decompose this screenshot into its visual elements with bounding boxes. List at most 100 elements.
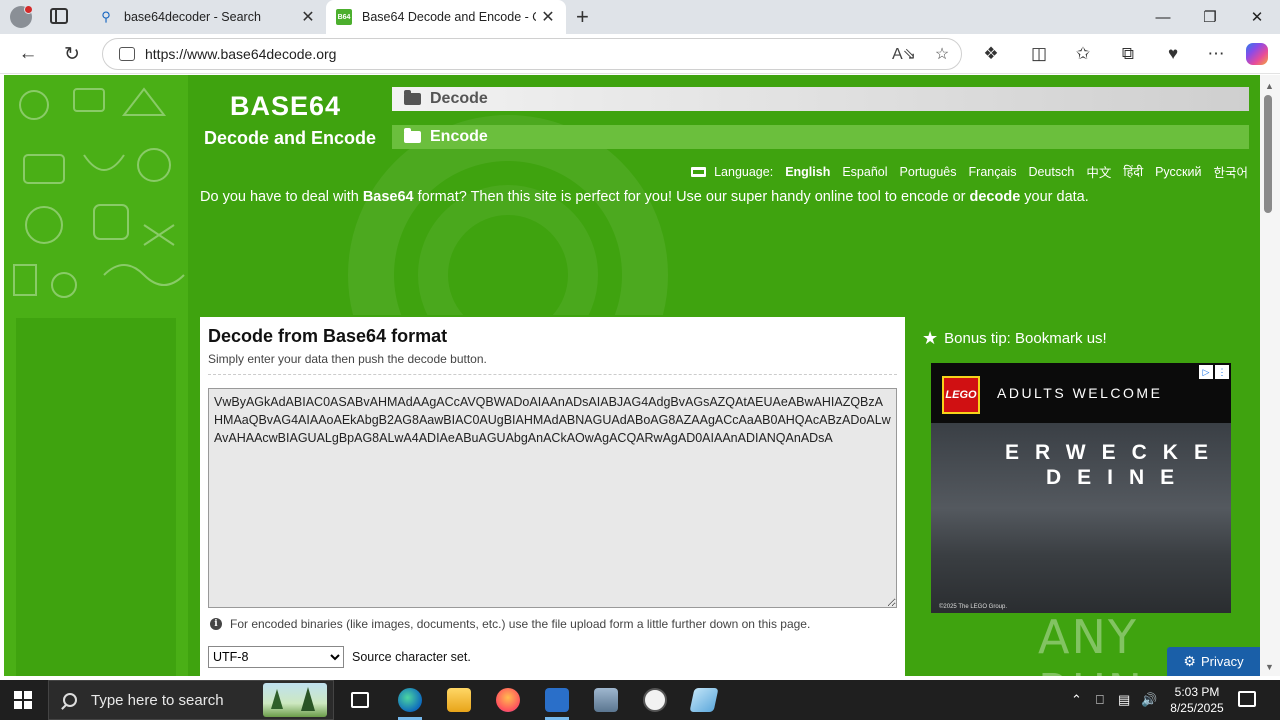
language-label: Language: [714,164,774,179]
windows-start-icon[interactable] [14,691,32,709]
favorites-icon[interactable]: ✩ [1069,40,1097,68]
lego-logo: LEGO [942,376,980,414]
taskbar-search-placeholder: Type here to search [91,691,224,709]
intro-bold: decode [969,189,1021,205]
profile-avatar-icon[interactable] [10,5,33,28]
language-spanish[interactable]: Español [842,165,887,179]
tab-title: Base64 Decode and Encode - Onl [362,10,536,24]
menu-encode-label: Encode [430,128,488,145]
tab-actions-icon[interactable] [50,8,68,24]
binary-note: i For encoded binaries (like images, doc… [210,617,810,631]
tray-chevron-icon[interactable]: ⌃ [1071,680,1082,720]
charset-select[interactable]: UTF-8 [208,646,344,668]
browser-essentials-icon[interactable]: ♥ [1159,40,1187,68]
page-scrollbar[interactable]: ▲ ▼ [1260,75,1280,676]
language-german[interactable]: Deutsch [1028,165,1074,179]
system-clock[interactable]: 5:03 PM 8/25/2025 [1164,684,1230,716]
favorite-star-icon[interactable]: ☆ [923,44,961,64]
language-hindi[interactable]: हिंदी [1123,163,1143,180]
tab-title: base64decoder - Search [124,10,261,24]
clock-date: 8/25/2025 [1170,701,1224,715]
split-screen-icon[interactable]: ◫ [1025,40,1053,68]
scroll-up-icon[interactable]: ▲ [1265,81,1274,91]
search-highlight-image [263,683,327,717]
volume-icon[interactable]: 🔊 [1141,680,1157,720]
charset-label: Source character set. [352,650,471,664]
firefox-icon[interactable] [484,680,532,720]
base64-input[interactable]: VwByAGkAdABIAC0ASABvAHMAdAAgACcAVQBWADoA… [208,388,897,608]
sidebar-block [16,318,176,676]
file-explorer-icon[interactable] [435,680,483,720]
language-portuguese[interactable]: Português [900,165,957,179]
menu-encode[interactable]: Encode [392,125,1249,149]
collections-icon[interactable]: ⧉ [1114,40,1142,68]
language-flag-icon [691,166,707,177]
close-window-button[interactable]: ✕ [1234,0,1280,34]
info-icon: i [210,618,222,630]
language-french[interactable]: Français [969,165,1017,179]
language-chinese[interactable]: 中文 [1086,162,1111,181]
tab-base64[interactable]: B64 Base64 Decode and Encode - Onl ✕ [326,0,566,34]
device-icon[interactable]: ⎕ [1096,680,1104,720]
adchoices-icon[interactable]: ▷ [1199,365,1213,379]
minimize-button[interactable]: — [1140,0,1186,34]
language-russian[interactable]: Русский [1155,165,1201,179]
privacy-button[interactable]: ⚙ Privacy [1167,647,1260,676]
tab-bar: ⚲ base64decoder - Search ✕ B64 Base64 De… [0,0,1280,34]
doodle-pattern-icon [13,87,185,298]
intro-part: format? Then this site is perfect for yo… [413,189,970,205]
back-arrow-icon[interactable]: ← [14,40,42,68]
search-icon: ⚲ [101,9,111,24]
taskbar-search[interactable]: Type here to search [48,680,334,720]
ad-headline-2: DEINE [1046,466,1191,489]
search-icon [63,693,77,707]
language-english[interactable]: English [785,165,830,179]
clock-app-icon[interactable] [631,680,679,720]
intro-part: Do you have to deal with [200,189,363,205]
divider [208,374,897,375]
close-tab-icon[interactable]: ✕ [296,7,320,27]
ad-menu-icon[interactable]: ⋮ [1215,365,1229,379]
scroll-thumb[interactable] [1264,95,1272,213]
site-logo-subtitle[interactable]: Decode and Encode [204,128,376,149]
site-logo-title[interactable]: BASE64 [230,91,341,122]
close-tab-icon[interactable]: ✕ [536,7,560,27]
gear-icon: ⚙ [1183,653,1196,669]
menu-decode[interactable]: Decode [392,87,1249,111]
intro-bold: Base64 [362,189,414,205]
extensions-icon[interactable]: ❖ [977,40,1005,68]
ad-choices[interactable]: ▷ ⋮ [1197,365,1229,379]
address-bar-row: ← ↻ https://www.base64decode.org A⇘ ☆ ❖ … [0,34,1280,74]
address-field[interactable]: https://www.base64decode.org A⇘ ☆ [102,38,962,70]
resource-monitor-icon[interactable] [582,680,630,720]
edge-taskbar-icon[interactable] [386,680,434,720]
powershell-icon[interactable] [533,680,581,720]
network-icon[interactable]: ▤ [1118,680,1130,720]
bonus-tip: ★ Bonus tip: Bookmark us! [922,328,1107,349]
lego-advertisement[interactable]: LEGO ADULTS WELCOME ERWECKE DEINE ©2025 … [931,363,1231,613]
url-text[interactable]: https://www.base64decode.org [145,46,885,62]
notepad-icon[interactable] [680,680,728,720]
intro-text: Do you have to deal with Base64 format? … [200,189,1089,205]
language-korean[interactable]: 한국어 [1213,162,1248,181]
binary-note-text: For encoded binaries (like images, docum… [230,617,811,631]
refresh-icon[interactable]: ↻ [58,40,86,68]
task-view-icon[interactable] [336,680,384,720]
read-aloud-icon[interactable]: A⇘ [885,44,923,64]
language-selector: Language: English Español Português Fran… [691,162,1248,181]
more-menu-icon[interactable]: ⋯ [1202,40,1230,68]
new-tab-icon[interactable]: + [576,4,589,30]
restore-button[interactable]: ❐ [1187,0,1233,34]
decode-panel: Decode from Base64 format Simply enter y… [200,317,905,676]
privacy-label: Privacy [1200,654,1244,669]
notification-icon[interactable] [1238,691,1256,707]
b64-favicon-icon: B64 [336,9,352,25]
tab-search[interactable]: ⚲ base64decoder - Search ✕ [88,0,326,34]
lock-icon[interactable] [119,47,135,61]
folder-icon [404,90,421,105]
copilot-icon[interactable] [1246,43,1268,65]
scroll-down-icon[interactable]: ▼ [1265,662,1274,672]
menu-decode-label: Decode [430,90,488,107]
ad-tagline: ADULTS WELCOME [997,385,1163,401]
bonus-tip-text: Bonus tip: Bookmark us! [944,330,1107,347]
